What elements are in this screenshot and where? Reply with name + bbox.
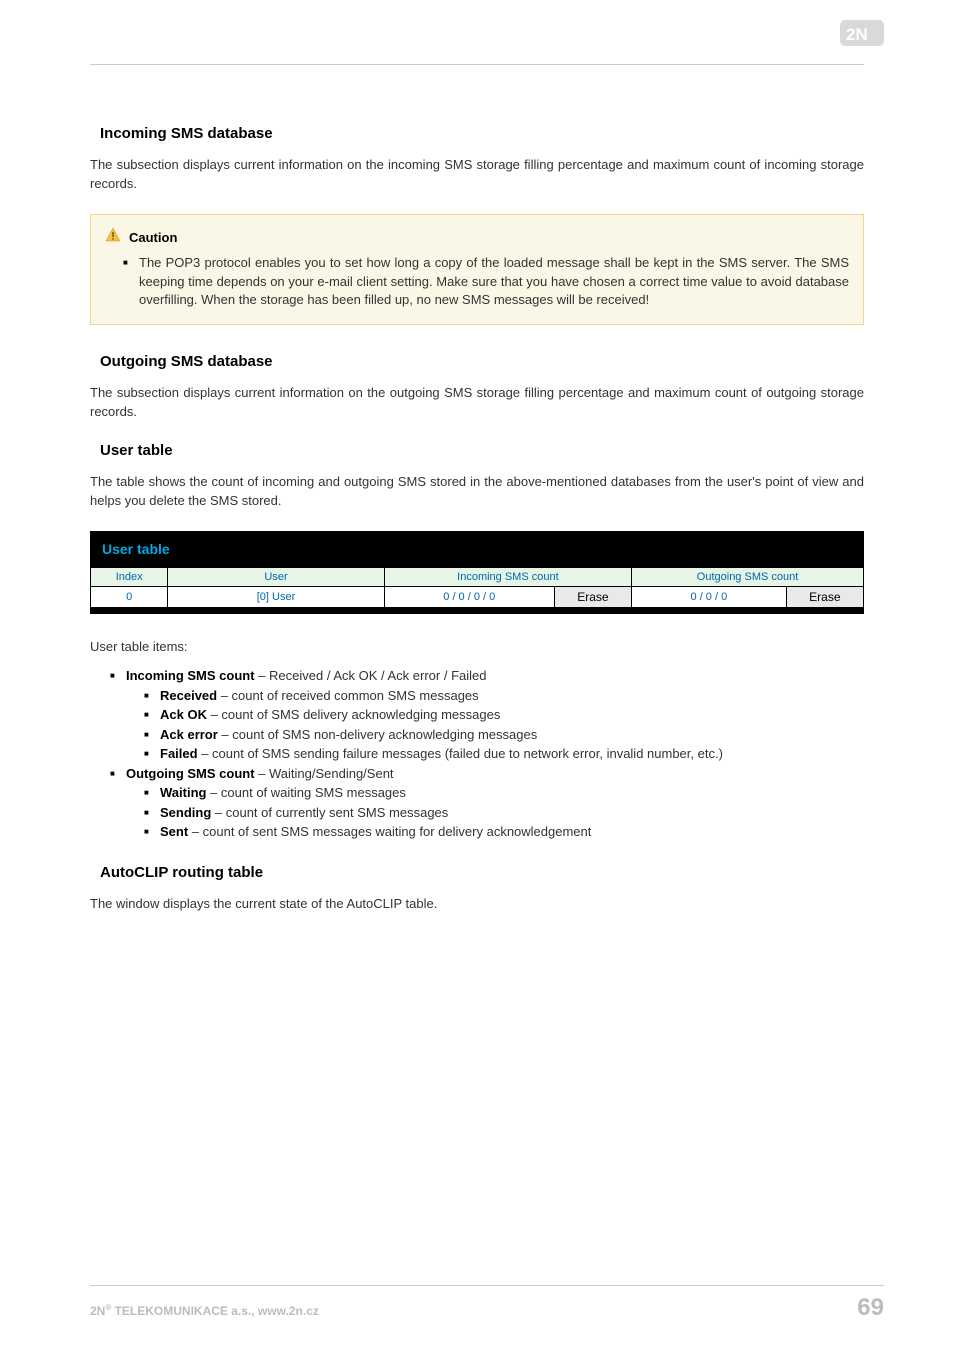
- th-outgoing: Outgoing SMS count: [632, 567, 864, 586]
- autoclip-heading: AutoCLIP routing table: [100, 864, 864, 881]
- incoming-count-label: Incoming SMS count: [126, 668, 255, 683]
- sent-desc: – count of sent SMS messages waiting for…: [188, 824, 591, 839]
- erase-outgoing-button[interactable]: Erase: [787, 587, 863, 607]
- table-bottom-bar: [90, 608, 864, 614]
- footer-divider: [90, 1285, 884, 1286]
- page-number: 69: [857, 1294, 884, 1322]
- outgoing-count-label: Outgoing SMS count: [126, 766, 255, 781]
- usertable-intro-body: The table shows the count of incoming an…: [90, 473, 864, 511]
- list-item: Sent – count of sent SMS messages waitin…: [160, 822, 864, 842]
- ackok-desc: – count of SMS delivery acknowledging me…: [207, 707, 500, 722]
- user-table-panel: User table Index User Incoming SMS count…: [90, 531, 864, 614]
- caution-text: The POP3 protocol enables you to set how…: [139, 254, 849, 311]
- list-item: Incoming SMS count – Received / Ack OK /…: [126, 666, 864, 764]
- received-label: Received: [160, 688, 217, 703]
- list-item: Failed – count of SMS sending failure me…: [160, 744, 864, 764]
- list-item: Sending – count of currently sent SMS me…: [160, 803, 864, 823]
- th-incoming: Incoming SMS count: [384, 567, 631, 586]
- waiting-label: Waiting: [160, 785, 206, 800]
- page-footer: 2N® TELEKOMUNIKACE a.s., www.2n.cz 69: [90, 1285, 884, 1322]
- th-index: Index: [91, 567, 168, 586]
- list-item: Outgoing SMS count – Waiting/Sending/Sen…: [126, 764, 864, 842]
- erase-incoming-button[interactable]: Erase: [555, 587, 631, 607]
- list-item: Ack error – count of SMS non-delivery ac…: [160, 725, 864, 745]
- usertable-heading: User table: [100, 442, 864, 459]
- failed-label: Failed: [160, 746, 198, 761]
- svg-text:2N: 2N: [846, 25, 868, 44]
- list-item: Waiting – count of waiting SMS messages: [160, 783, 864, 803]
- items-list: Incoming SMS count – Received / Ack OK /…: [90, 666, 864, 842]
- sent-label: Sent: [160, 824, 188, 839]
- usertable-items-intro: User table items:: [90, 638, 864, 657]
- footer-company: 2N® TELEKOMUNIKACE a.s., www.2n.cz: [90, 1303, 319, 1318]
- outgoing-body: The subsection displays current informat…: [90, 384, 864, 422]
- table-row: 0 [0] User 0 / 0 / 0 / 0 Erase 0 / 0 / 0…: [91, 586, 864, 607]
- cell-incoming: 0 / 0 / 0 / 0: [384, 586, 554, 607]
- user-table: Index User Incoming SMS count Outgoing S…: [90, 567, 864, 608]
- outgoing-count-desc: – Waiting/Sending/Sent: [255, 766, 394, 781]
- incoming-heading: Incoming SMS database: [100, 125, 864, 142]
- cell-user: [0] User: [168, 586, 384, 607]
- autoclip-body: The window displays the current state of…: [90, 895, 864, 914]
- incoming-count-desc: – Received / Ack OK / Ack error / Failed: [255, 668, 487, 683]
- ackok-label: Ack OK: [160, 707, 207, 722]
- failed-desc: – count of SMS sending failure messages …: [198, 746, 723, 761]
- outgoing-heading: Outgoing SMS database: [100, 353, 864, 370]
- caution-callout: Caution The POP3 protocol enables you to…: [90, 214, 864, 326]
- incoming-body: The subsection displays current informat…: [90, 156, 864, 194]
- cell-index: 0: [91, 586, 168, 607]
- waiting-desc: – count of waiting SMS messages: [206, 785, 405, 800]
- th-user: User: [168, 567, 384, 586]
- brand-logo: 2N: [840, 20, 884, 46]
- received-desc: – count of received common SMS messages: [217, 688, 479, 703]
- caution-title: Caution: [129, 230, 177, 245]
- user-table-bar: User table: [90, 531, 864, 567]
- ackerr-label: Ack error: [160, 727, 218, 742]
- warning-icon: [105, 227, 121, 248]
- sending-desc: – count of currently sent SMS messages: [211, 805, 448, 820]
- list-item: Ack OK – count of SMS delivery acknowled…: [160, 705, 864, 725]
- ackerr-desc: – count of SMS non-delivery acknowledgin…: [218, 727, 537, 742]
- header-divider: [90, 64, 864, 65]
- sending-label: Sending: [160, 805, 211, 820]
- list-item: Received – count of received common SMS …: [160, 686, 864, 706]
- cell-outgoing: 0 / 0 / 0: [632, 586, 787, 607]
